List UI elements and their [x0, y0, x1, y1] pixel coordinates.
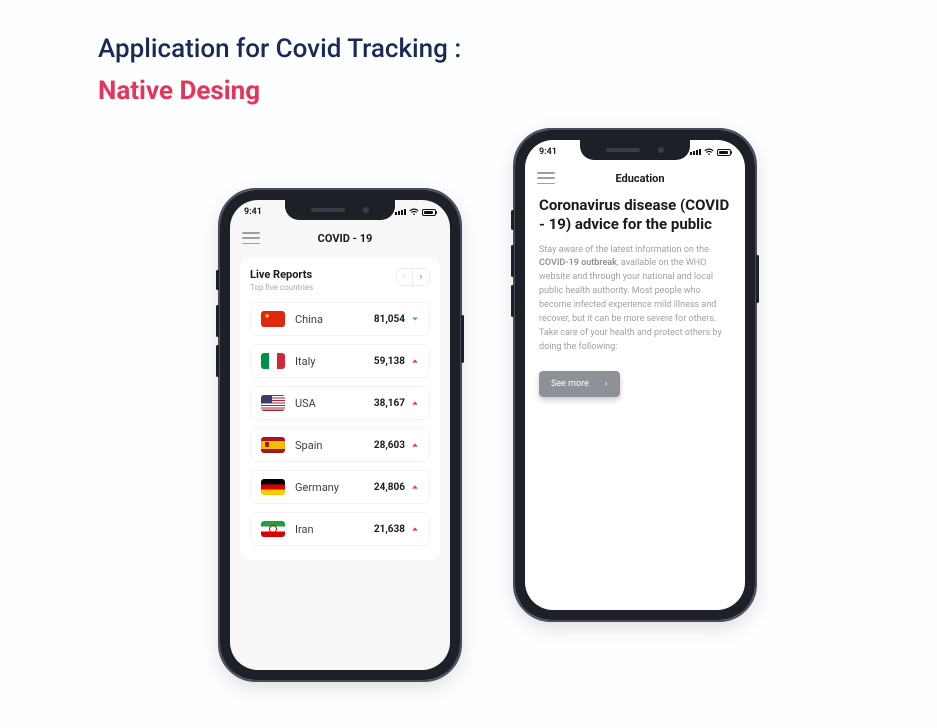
country-name: Iran: [295, 523, 374, 536]
reports-title: Live Reports: [250, 268, 313, 281]
reports-pager: ‹ ›: [396, 268, 430, 286]
pager-prev-button[interactable]: ‹: [397, 269, 413, 285]
status-time: 9:41: [539, 147, 557, 157]
flag-icon: [261, 395, 285, 411]
country-row[interactable]: Germany24,806: [250, 470, 430, 504]
live-reports-card: Live Reports Top five countries ‹ › Chin…: [240, 258, 440, 560]
trend-up-icon: [411, 399, 419, 407]
trend-down-icon: [411, 315, 419, 323]
country-row[interactable]: Spain28,603: [250, 428, 430, 462]
country-name: Spain: [295, 439, 374, 452]
trend-up-icon: [411, 525, 419, 533]
flag-icon: [261, 353, 285, 369]
trend-up-icon: [411, 483, 419, 491]
see-more-label: See more: [551, 379, 589, 389]
battery-icon: [717, 149, 731, 156]
country-name: Germany: [295, 481, 374, 494]
reports-subtitle: Top five countries: [250, 283, 313, 292]
flag-icon: [261, 437, 285, 453]
article-body: Stay aware of the latest information on …: [539, 244, 731, 356]
trend-up-icon: [411, 441, 419, 449]
country-row[interactable]: Iran21,638: [250, 512, 430, 546]
nav-title: COVID - 19: [270, 232, 420, 245]
phone-mockup-education: 9:41 Education Coronavirus disease (COVI…: [515, 130, 755, 620]
country-value: 24,806: [374, 482, 405, 493]
country-value: 38,167: [374, 398, 405, 409]
heading-line-2: Native Desing: [98, 76, 461, 106]
wifi-icon: [704, 148, 714, 156]
article-title: Coronavirus disease (COVID - 19) advice …: [539, 196, 731, 234]
phone-mockup-reports: 9:41 COVID - 19 Live Reports Top five co…: [220, 190, 460, 680]
menu-icon[interactable]: [537, 172, 555, 184]
country-name: China: [295, 313, 374, 326]
menu-icon[interactable]: [242, 232, 260, 244]
flag-icon: [261, 479, 285, 495]
status-time: 9:41: [244, 207, 262, 217]
pager-next-button[interactable]: ›: [413, 269, 429, 285]
country-value: 21,638: [374, 524, 405, 535]
nav-bar: Education: [525, 164, 745, 192]
country-row[interactable]: USA38,167: [250, 386, 430, 420]
phone-notch: [285, 200, 395, 220]
see-more-button[interactable]: See more ›: [539, 371, 620, 397]
country-value: 81,054: [374, 314, 405, 325]
chevron-right-icon: ›: [605, 379, 608, 389]
signal-icon: [395, 209, 406, 215]
country-name: Italy: [295, 355, 374, 368]
country-name: USA: [295, 397, 374, 410]
flag-icon: [261, 521, 285, 537]
trend-up-icon: [411, 357, 419, 365]
flag-icon: [261, 311, 285, 327]
country-row[interactable]: China81,054: [250, 302, 430, 336]
battery-icon: [422, 209, 436, 216]
heading-line-1: Application for Covid Tracking :: [98, 34, 461, 64]
phone-notch: [580, 140, 690, 160]
page-heading: Application for Covid Tracking : Native …: [98, 34, 461, 106]
education-article: Coronavirus disease (COVID - 19) advice …: [539, 196, 731, 397]
wifi-icon: [409, 208, 419, 216]
country-value: 59,138: [374, 356, 405, 367]
country-row[interactable]: Italy59,138: [250, 344, 430, 378]
country-value: 28,603: [374, 440, 405, 451]
country-list: China81,054 Italy59,138 USA38,167 Spain28,6…: [250, 302, 430, 546]
signal-icon: [690, 149, 701, 155]
nav-bar: COVID - 19: [230, 224, 450, 252]
nav-title: Education: [565, 172, 715, 185]
